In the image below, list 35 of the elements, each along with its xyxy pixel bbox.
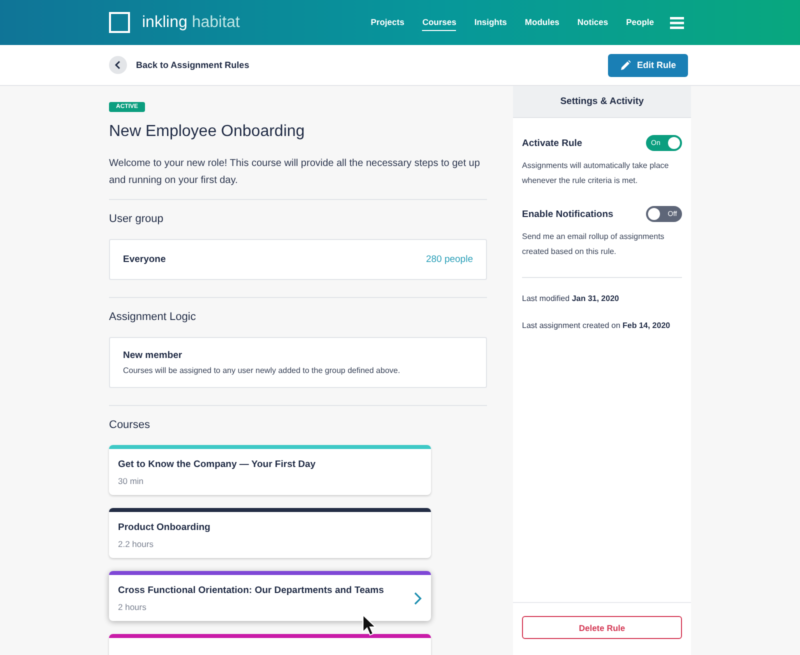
back-link[interactable]: Back to Assignment Rules [136,60,250,70]
course-title: Get to Know the Company — Your First Day [118,459,316,470]
activity-text: Last assignment created on Feb 14, 2020 [522,321,672,330]
course-duration: 30 min [118,476,145,486]
section-heading: Assignment Logic [109,311,197,323]
delete-rule-button[interactable]: Delete Rule [522,616,682,639]
rule-description: Welcome to your new role! This course will provide all the necessary steps to get up and running on your first day. [109,157,481,188]
setting-description: Assignments will automatically take place whenever the rule criteria is met. [522,160,670,187]
course-duration: 2.2 hours [118,539,154,549]
nav-tab[interactable]: People [626,14,654,31]
panel-title: Settings & Activity [513,86,691,118]
logic-name: New member [123,350,184,361]
setting-label: Enable Notifications [522,208,614,220]
course-title: Cross Functional Orientation: Our Departments and Teams [118,585,384,596]
course-card[interactable]: Get to Know the Company — Your First Day 30 min [109,445,431,495]
section-heading: Courses [109,419,151,431]
setting-description: Send me an email rollup of assignments created based on this rule. [522,231,666,258]
activity-text: Last modified Jan 31, 2020 [522,294,620,303]
people-count-link[interactable]: 280 people [426,254,473,265]
edit-rule-button[interactable]: Edit Rule [608,54,688,76]
nav-tab[interactable]: Insights [474,14,507,31]
course-card[interactable]: Product Onboarding 2.2 hours [109,508,431,558]
nav-tab[interactable]: Projects [370,14,404,31]
course-card[interactable]: Cross Functional Orientation: Our Departments and Teams 2 hours [109,571,431,621]
logic-description: Courses will be assigned to any user newly added to the group defined above. [123,366,402,375]
logo-text[interactable]: inkling habitat [142,14,240,32]
nav-tab[interactable]: Courses [422,14,456,31]
group-name: Everyone [123,254,166,265]
setting-label: Activate Rule [522,138,582,148]
rule-title: New Employee Onboarding [109,123,306,141]
section-heading: User group [109,213,164,225]
nav-tab[interactable]: Modules [524,14,560,31]
course-title: Product Onboarding [118,522,210,533]
course-duration: 2 hours [118,602,148,612]
nav-tab[interactable]: Notices [577,14,608,31]
